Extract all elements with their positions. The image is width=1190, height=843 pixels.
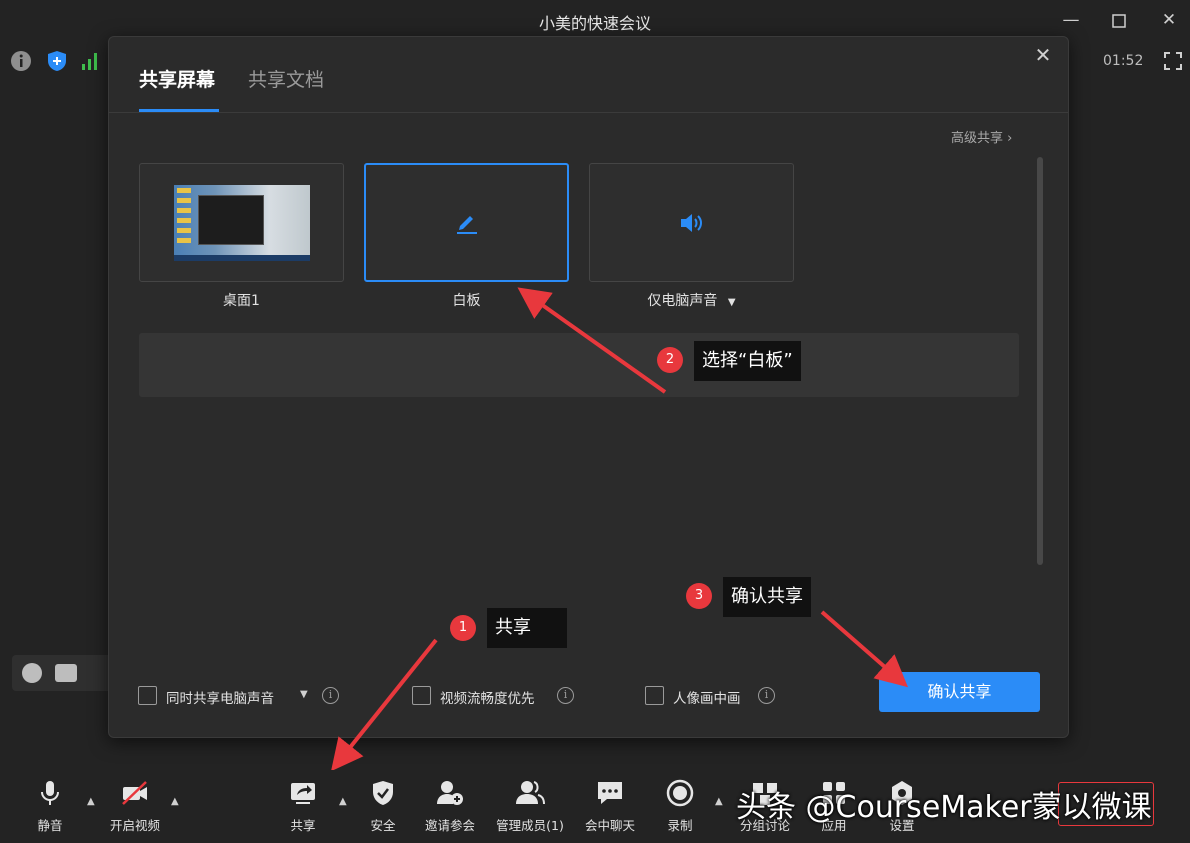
share-tile-whiteboard[interactable] [364, 163, 569, 282]
share-tile-desktop[interactable] [139, 163, 344, 282]
toolbar-video-label: 开启视频 [109, 818, 160, 833]
microphone-icon [41, 781, 59, 805]
active-tab-indicator [139, 109, 219, 112]
shield-check-icon [373, 781, 393, 805]
minimize-icon[interactable]: — [1058, 8, 1084, 34]
info-icon[interactable]: i [322, 687, 339, 704]
quick-chat-icon[interactable] [55, 664, 77, 682]
toolbar-record-button[interactable]: 录制 [640, 778, 720, 833]
maximize-icon[interactable] [1106, 8, 1132, 34]
toolbar-video-button[interactable]: 开启视频 [95, 778, 175, 833]
close-dialog-icon[interactable]: ✕ [1031, 43, 1055, 67]
toolbar-chat-button[interactable]: 会中聊天 [570, 778, 650, 833]
option-picture-in-picture[interactable]: 人像画中画 i [645, 685, 785, 707]
toolbar-members-label: 管理成员(1) [496, 818, 564, 833]
window-title: 小美的快速会议 [538, 14, 651, 33]
toolbar-invite-button[interactable]: 邀请参会 [410, 778, 490, 833]
video-caret-icon[interactable]: ▲ [171, 796, 179, 807]
annotation-number-1: 1 [450, 615, 476, 641]
info-banner [139, 333, 1019, 397]
annotation-callout-3: 确认共享 [723, 577, 811, 617]
share-tabs: 共享屏幕 共享文档 [109, 37, 1068, 113]
share-tile-computer-audio[interactable] [589, 163, 794, 282]
toolbar-chat-label: 会中聊天 [584, 818, 635, 833]
option-picture-in-picture-label: 人像画中画 [673, 691, 741, 707]
option-video-smoothness-label: 视频流畅度优先 [440, 691, 535, 707]
toolbar-share-button[interactable]: 共享 [263, 778, 343, 833]
option-share-computer-audio[interactable]: 同时共享电脑声音 ▼ i [138, 685, 368, 707]
tab-share-document[interactable]: 共享文档 [248, 65, 324, 92]
emoji-icon[interactable] [22, 663, 42, 683]
toolbar-invite-label: 邀请参会 [424, 818, 475, 833]
signal-icon[interactable] [80, 50, 102, 72]
invite-user-icon [437, 781, 463, 805]
speaker-icon [681, 214, 702, 232]
tab-share-screen[interactable]: 共享屏幕 [139, 65, 215, 92]
members-icon [516, 781, 545, 805]
record-caret-icon[interactable]: ▲ [715, 796, 723, 807]
confirm-share-button[interactable]: 确认共享 [879, 672, 1040, 712]
annotation-number-2: 2 [657, 347, 683, 373]
share-screen-icon [291, 783, 315, 804]
fullscreen-icon[interactable] [1163, 51, 1183, 71]
audio-option-caret-icon[interactable]: ▼ [300, 689, 308, 700]
option-video-smoothness[interactable]: 视频流畅度优先 i [412, 685, 582, 707]
advanced-share-link[interactable]: 高级共享 › [951, 127, 1012, 146]
pencil-icon [457, 216, 477, 234]
computer-audio-label: 仅电脑声音 [647, 293, 718, 309]
annotation-number-3: 3 [686, 583, 712, 609]
toolbar-mute-button[interactable]: 静音 [10, 778, 90, 833]
camera-off-icon [122, 781, 147, 805]
meeting-timer: 01:52 [1103, 53, 1144, 69]
annotation-callout-1: 共享 [487, 608, 567, 648]
checkbox-share-computer-audio[interactable] [138, 686, 157, 705]
toolbar-members-button[interactable]: 管理成员(1) [490, 778, 570, 833]
share-tile-desktop-label: 桌面1 [223, 293, 260, 309]
toolbar-record-label: 录制 [667, 818, 693, 833]
info-icon[interactable] [10, 50, 32, 72]
checkbox-video-smoothness[interactable] [412, 686, 431, 705]
option-share-computer-audio-label: 同时共享电脑声音 [166, 691, 274, 707]
security-shield-icon[interactable] [46, 50, 68, 72]
record-icon [666, 779, 694, 807]
share-tile-computer-audio-label: 仅电脑声音 ▼ [589, 290, 794, 310]
close-window-icon[interactable]: ✕ [1156, 8, 1182, 34]
chat-icon [598, 782, 622, 804]
mute-caret-icon[interactable]: ▲ [87, 796, 95, 807]
info-icon[interactable]: i [557, 687, 574, 704]
toolbar-mute-label: 静音 [37, 818, 63, 833]
audio-dropdown-caret-icon[interactable]: ▼ [728, 297, 736, 308]
reaction-bar [12, 655, 112, 691]
toolbar-share-label: 共享 [290, 818, 316, 833]
share-dialog: 共享屏幕 共享文档 ✕ 高级共享 › 桌面1 白板 仅电脑声音 ▼ 同时共享电脑… [108, 36, 1069, 738]
watermark-text: 头条 @CourseMaker蒙以微课 [736, 790, 1152, 825]
share-tile-whiteboard-label: 白板 [452, 293, 481, 309]
annotation-callout-2: 选择“白板” [694, 341, 801, 381]
info-icon[interactable]: i [758, 687, 775, 704]
scrollbar[interactable] [1037, 157, 1043, 565]
checkbox-picture-in-picture[interactable] [645, 686, 664, 705]
title-bar: 小美的快速会议 — ✕ [0, 0, 1190, 40]
desktop-preview [174, 185, 310, 261]
